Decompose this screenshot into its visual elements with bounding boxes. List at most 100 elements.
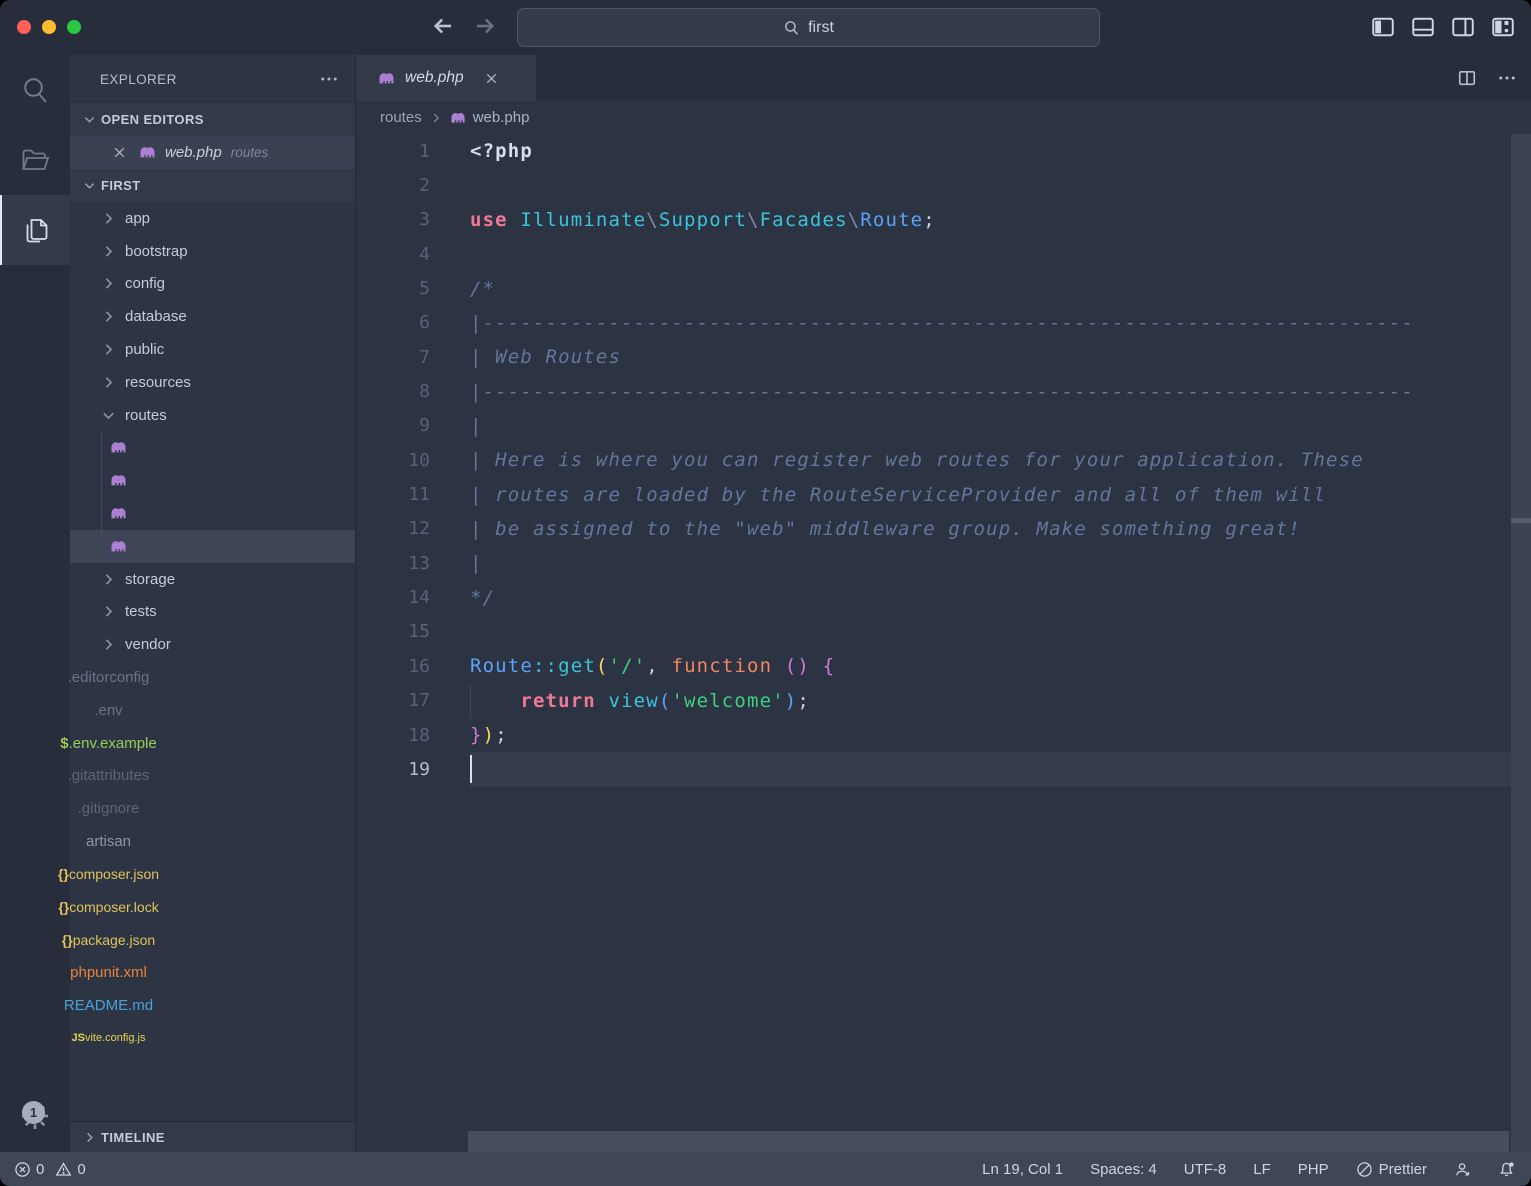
problems-status[interactable]: 0 0 xyxy=(14,1161,86,1178)
tree-item-package-json[interactable]: {}package.json xyxy=(70,924,355,957)
code-line-9[interactable]: 9| xyxy=(356,409,1531,443)
tree-item-vendor[interactable]: vendor xyxy=(70,628,355,661)
close-editor-icon[interactable] xyxy=(112,145,127,160)
indent-guide xyxy=(101,497,102,530)
code-line-18[interactable]: 18}); xyxy=(356,718,1531,752)
tree-item-readme-md[interactable]: README.md xyxy=(70,989,355,1022)
more-actions-icon[interactable] xyxy=(1497,68,1517,88)
breadcrumb-folder[interactable]: routes xyxy=(380,109,422,126)
toggle-sidebar-icon[interactable] xyxy=(1371,15,1395,39)
manage-button[interactable]: 1 xyxy=(0,1080,70,1152)
code-line-17[interactable]: 17 return view('welcome'); xyxy=(356,684,1531,718)
status-item-eol[interactable]: LF xyxy=(1253,1161,1271,1178)
horizontal-scrollbar[interactable] xyxy=(468,1131,1509,1152)
status-item-prettier[interactable]: Prettier xyxy=(1356,1161,1427,1178)
tree-item-tests[interactable]: tests xyxy=(70,596,355,629)
tree-item-database[interactable]: database xyxy=(70,300,355,333)
tree-item-config[interactable]: config xyxy=(70,268,355,301)
code-line-15[interactable]: 15 xyxy=(356,615,1531,649)
close-tab-icon[interactable] xyxy=(484,71,499,86)
status-item-line-col[interactable]: Ln 19, Col 1 xyxy=(982,1161,1063,1178)
tree-item-bootstrap[interactable]: bootstrap xyxy=(70,235,355,268)
tree-item--editorconfig[interactable]: .editorconfig xyxy=(70,661,355,694)
code-editor[interactable]: 1<?php23use Illuminate\Support\Facades\R… xyxy=(356,134,1531,1152)
code-line-3[interactable]: 3use Illuminate\Support\Facades\Route; xyxy=(356,203,1531,237)
vertical-scrollbar[interactable] xyxy=(1511,134,1531,1152)
close-window-button[interactable] xyxy=(17,20,31,34)
tree-item-composer-json[interactable]: {}composer.json xyxy=(70,858,355,891)
activity-bar-item-search[interactable] xyxy=(0,55,70,125)
status-item-language-mode[interactable]: PHP xyxy=(1298,1161,1329,1178)
tree-item-channels-php[interactable] xyxy=(70,464,355,497)
tree-item-api-php[interactable] xyxy=(70,432,355,465)
split-editor-icon[interactable] xyxy=(1457,68,1477,88)
tree-item-routes[interactable]: routes xyxy=(70,399,355,432)
back-icon[interactable] xyxy=(430,13,456,39)
code-line-8[interactable]: 8|--------------------------------------… xyxy=(356,374,1531,408)
code-line-13[interactable]: 13| xyxy=(356,546,1531,580)
braces-file-icon: {}composer.lock xyxy=(100,899,117,916)
tree-item-label: app xyxy=(125,210,150,227)
tree-item-console-php[interactable] xyxy=(70,497,355,530)
code-line-12[interactable]: 12| be assigned to the "web" middleware … xyxy=(356,512,1531,546)
open-editors-section[interactable]: OPEN EDITORS xyxy=(70,103,355,136)
open-editor-web-php[interactable]: web.php routes xyxy=(70,136,355,169)
tree-item--env[interactable]: .env xyxy=(70,694,355,727)
tree-item-vite-config-js[interactable]: JSvite.config.js xyxy=(70,1022,355,1055)
tree-item-storage[interactable]: storage xyxy=(70,563,355,596)
status-item-label: Spaces: 4 xyxy=(1090,1161,1157,1178)
tree-item--env-example[interactable]: $.env.example xyxy=(70,727,355,760)
code-line-7[interactable]: 7| Web Routes xyxy=(356,340,1531,374)
code-line-11[interactable]: 11| routes are loaded by the RouteServic… xyxy=(356,477,1531,511)
toggle-secondary-sidebar-icon[interactable] xyxy=(1451,15,1475,39)
error-icon xyxy=(14,1161,31,1178)
command-center-search[interactable]: first xyxy=(517,8,1100,47)
code-line-5[interactable]: 5/* xyxy=(356,271,1531,305)
customize-layout-icon[interactable] xyxy=(1491,15,1515,39)
tree-item-artisan[interactable]: artisan xyxy=(70,825,355,858)
status-item-notifications[interactable] xyxy=(1498,1161,1515,1178)
error-count: 0 xyxy=(36,1161,44,1178)
forward-icon[interactable] xyxy=(472,13,498,39)
explorer-files-icon xyxy=(21,215,51,245)
tab-web-php[interactable]: web.php xyxy=(356,55,536,101)
tree-item-resources[interactable]: resources xyxy=(70,366,355,399)
status-item-encoding[interactable]: UTF-8 xyxy=(1184,1161,1227,1178)
chevron-right-icon xyxy=(100,308,117,325)
code-line-14[interactable]: 14*/ xyxy=(356,580,1531,614)
tree-item-app[interactable]: app xyxy=(70,202,355,235)
tree-item--gitignore[interactable]: .gitignore xyxy=(70,792,355,825)
tree-item-public[interactable]: public xyxy=(70,333,355,366)
tree-item-phpunit-xml[interactable]: phpunit.xml xyxy=(70,956,355,989)
chevron-right-icon xyxy=(100,636,117,653)
manage-badge: 1 xyxy=(22,1101,45,1124)
minimize-window-button[interactable] xyxy=(42,20,56,34)
views-and-more-actions-icon[interactable] xyxy=(319,69,339,89)
line-content: return view('welcome'); xyxy=(470,684,1531,718)
code-line-19[interactable]: 19 xyxy=(356,752,1531,786)
code-line-1[interactable]: 1<?php xyxy=(356,134,1531,168)
maximize-window-button[interactable] xyxy=(67,20,81,34)
code-line-4[interactable]: 4 xyxy=(356,237,1531,271)
status-item-feedback[interactable] xyxy=(1454,1161,1471,1178)
code-line-16[interactable]: 16Route::get('/', function () { xyxy=(356,649,1531,683)
project-section-first[interactable]: FIRST xyxy=(70,169,355,202)
status-item-indentation[interactable]: Spaces: 4 xyxy=(1090,1161,1157,1178)
code-line-6[interactable]: 6|--------------------------------------… xyxy=(356,306,1531,340)
toggle-panel-icon[interactable] xyxy=(1411,15,1435,39)
feedback-icon xyxy=(1454,1161,1471,1178)
timeline-label: TIMELINE xyxy=(101,1130,165,1145)
status-item-label: Prettier xyxy=(1379,1161,1427,1178)
tree-item-web-php[interactable] xyxy=(70,530,355,563)
line-number: 10 xyxy=(356,450,430,471)
timeline-section[interactable]: TIMELINE xyxy=(70,1121,355,1152)
tree-item--gitattributes[interactable]: .gitattributes xyxy=(70,760,355,793)
code-line-10[interactable]: 10| Here is where you can register web r… xyxy=(356,443,1531,477)
activity-bar-item-folder[interactable] xyxy=(0,125,70,195)
tree-item-label: vendor xyxy=(125,636,171,653)
breadcrumb-file[interactable]: web.php xyxy=(473,109,530,126)
line-number: 8 xyxy=(356,381,430,402)
code-line-2[interactable]: 2 xyxy=(356,168,1531,202)
activity-bar-item-explorer-files[interactable] xyxy=(0,195,70,265)
tree-item-composer-lock[interactable]: {}composer.lock xyxy=(70,891,355,924)
